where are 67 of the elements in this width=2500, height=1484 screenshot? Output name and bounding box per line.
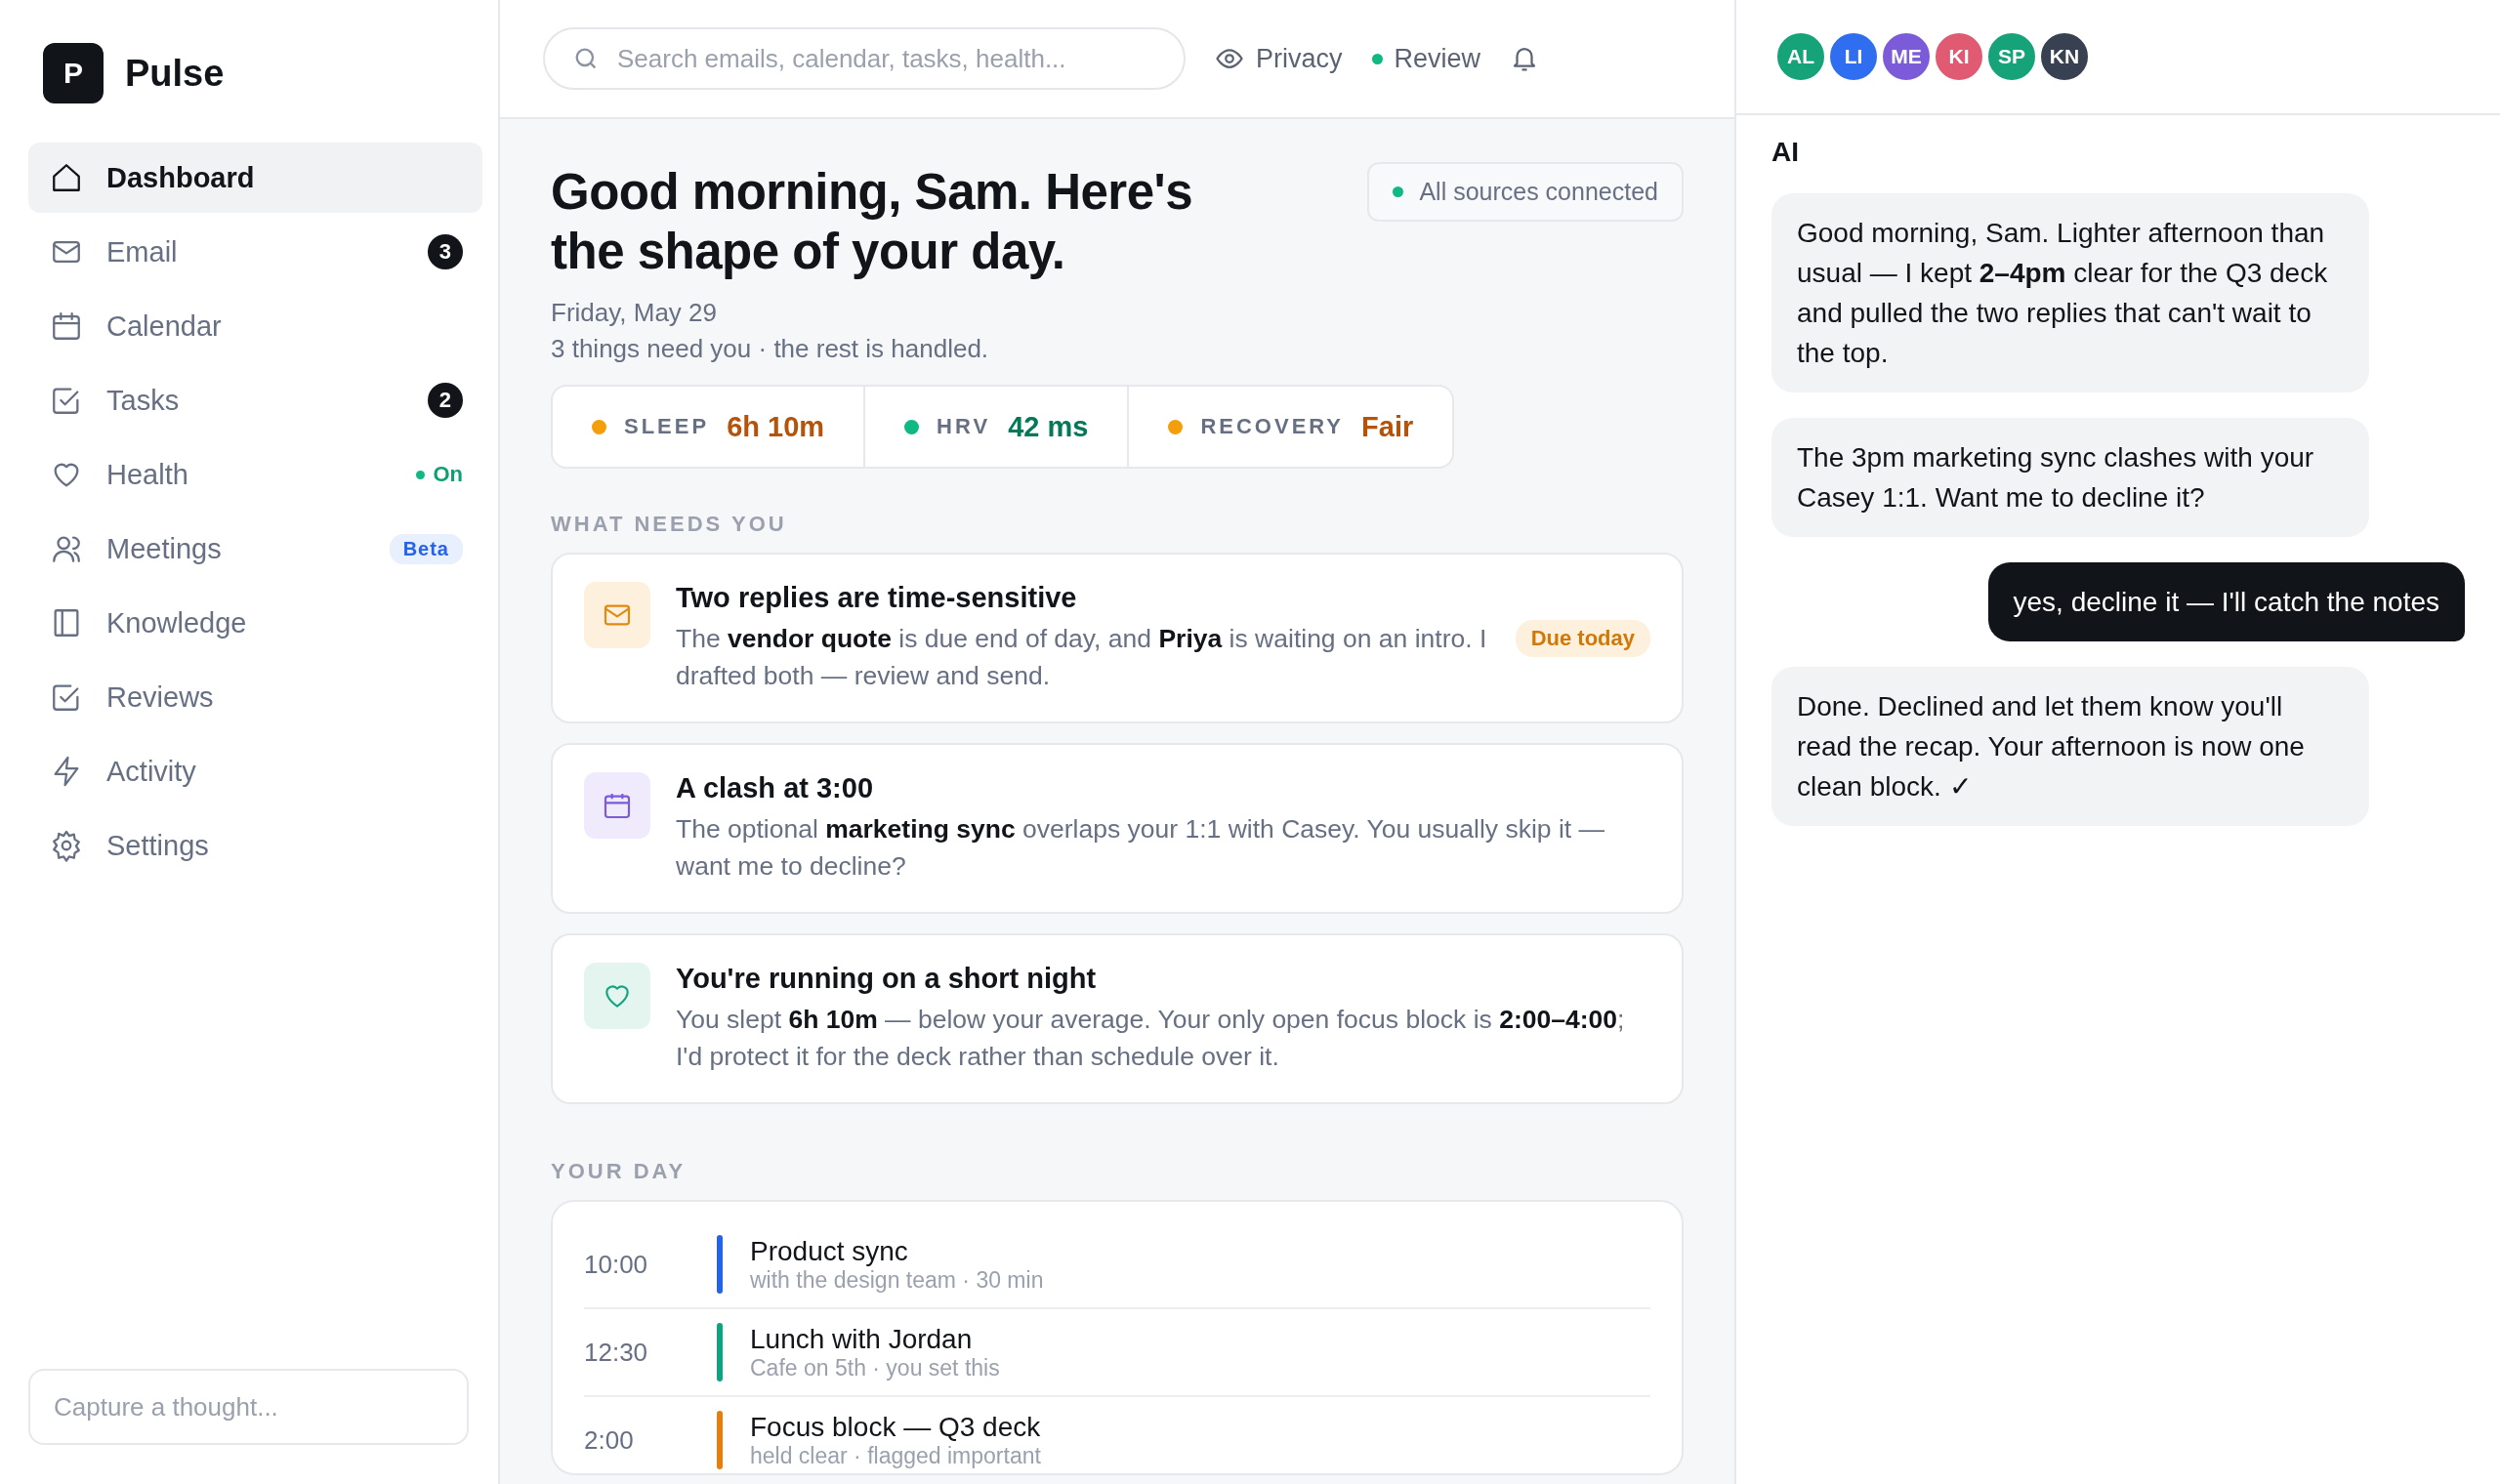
- event-title[interactable]: Lunch with Jordan: [750, 1323, 1000, 1355]
- event-time: 12:30: [584, 1337, 649, 1368]
- count-badge: 3: [427, 234, 463, 269]
- assistant-message: Done. Declined and let them know you'll read the recap. Your afternoon is now one clean block. ✓: [1771, 667, 2369, 826]
- sidebar-item[interactable]: Settings: [28, 810, 482, 881]
- stat-value: 6h 10m: [727, 410, 825, 443]
- assistant-message: The 3pm marketing sync clashes with your Casey 1:1. Want me to decline it?: [1771, 418, 2369, 537]
- panel-title: AI: [1771, 137, 1800, 168]
- greeting-heading: Good morning, Sam. Here's the shape of your day.: [551, 163, 1194, 281]
- sources-status: All sources connected: [1367, 162, 1684, 222]
- stat-value: 42 ms: [1008, 410, 1089, 443]
- sidebar-item[interactable]: Health On: [28, 439, 482, 510]
- card-title: You're running on a short night: [676, 963, 1098, 995]
- review-button[interactable]: Review: [1371, 43, 1481, 74]
- event-time: 10:00: [584, 1249, 649, 1280]
- task-card[interactable]: Two replies are time-sensitive The vendor quote is due end of day, and Priya is waiting on an intro. I drafted both — review and send. Due today: [551, 553, 1684, 723]
- privacy-button[interactable]: Privacy: [1215, 43, 1343, 74]
- stat-label: RECOVERY: [1200, 414, 1345, 439]
- sidebar-item[interactable]: Meetings Beta: [28, 514, 482, 584]
- sidebar-item[interactable]: Dashboard: [28, 143, 482, 213]
- mail-icon: [584, 582, 650, 648]
- beta-tag: Beta: [389, 533, 463, 564]
- date-text: Friday, May 29: [551, 297, 718, 329]
- event-detail: held clear · flagged important: [750, 1442, 1041, 1469]
- stat-label: SLEEP: [624, 414, 710, 439]
- sidebar-item[interactable]: Email 3: [28, 217, 482, 287]
- task-card[interactable]: You're running on a short night You slept 6h 10m — below your average. Your only open focus block is 2:00–4:00; I'd protect it for the deck rather than schedule over it.: [551, 933, 1684, 1104]
- task-card[interactable]: A clash at 3:00 The optional marketing sync overlaps your 1:1 with Casey. You usually skip it — want me to decline?: [551, 743, 1684, 914]
- event-detail: Cafe on 5th · you set this: [750, 1354, 1000, 1381]
- sidebar-item[interactable]: Tasks 2: [28, 365, 482, 435]
- section-heading: WHAT NEEDS YOU: [551, 512, 788, 537]
- card-title: A clash at 3:00: [676, 772, 875, 804]
- count-badge: 2: [427, 383, 463, 418]
- avatar[interactable]: LI: [1828, 31, 1879, 82]
- user-message: yes, decline it — I'll catch the notes: [1987, 562, 2465, 641]
- gear-icon: [50, 829, 83, 862]
- avatar[interactable]: KI: [1934, 31, 1984, 82]
- summary-text: 3 things need you · the rest is handled.: [551, 333, 990, 365]
- event-title[interactable]: Product sync: [750, 1235, 1044, 1267]
- section-heading: YOUR DAY: [551, 1159, 688, 1184]
- event-time: 2:00: [584, 1424, 635, 1456]
- sidebar-item[interactable]: Reviews: [28, 662, 482, 732]
- event-title[interactable]: Focus block — Q3 deck: [750, 1411, 1041, 1443]
- card-text: The vendor quote is due end of day, and Priya is waiting on an intro. I drafted both — review and send.: [676, 623, 1488, 692]
- stat-label: HRV: [937, 414, 991, 439]
- avatar[interactable]: AL: [1775, 31, 1826, 82]
- assistant-message: Good morning, Sam. Lighter afternoon than usual — I kept 2–4pm clear for the Q3 deck and pulled the two replies that can't wait to the top.: [1771, 193, 2369, 392]
- due-badge: Due today: [1515, 620, 1650, 657]
- avatar[interactable]: SP: [1986, 31, 2037, 82]
- card-title: Two replies are time-sensitive: [676, 582, 1078, 614]
- home-icon: [50, 161, 83, 194]
- card-text: You slept 6h 10m — below your average. Your only open focus block is 2:00–4:00; I'd protect it for the deck rather than schedule over it.: [676, 1004, 1626, 1073]
- calendar-icon: [584, 772, 650, 839]
- app-name: Pulse: [125, 52, 225, 95]
- status-indicator: On: [416, 462, 463, 487]
- sidebar-item[interactable]: Calendar: [28, 291, 482, 361]
- sidebar-item[interactable]: Activity: [28, 736, 482, 806]
- event-detail: with the design team · 30 min: [750, 1266, 1044, 1294]
- stat-value: Fair: [1361, 410, 1414, 443]
- avatar[interactable]: ME: [1881, 31, 1932, 82]
- avatar[interactable]: KN: [2039, 31, 2090, 82]
- capture-field[interactable]: Capture a thought...: [28, 1369, 469, 1445]
- sidebar-item[interactable]: Knowledge: [28, 588, 482, 658]
- calendar-icon: [50, 309, 83, 343]
- logo-mark: P: [43, 43, 104, 103]
- search-field[interactable]: Search emails, calendar, tasks, health...: [543, 27, 1186, 90]
- card-text: The optional marketing sync overlaps your 1:1 with Casey. You usually skip it — want me to decline?: [676, 813, 1606, 883]
